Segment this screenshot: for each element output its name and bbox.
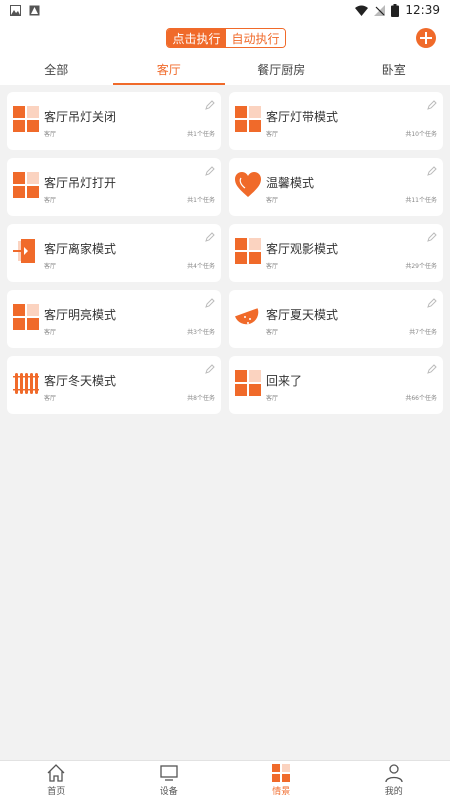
user-icon (385, 764, 403, 782)
scene-task-count: 共1个任务 (187, 197, 215, 204)
scene-title: 客厅吊灯关闭 (44, 110, 117, 124)
scene-card[interactable]: 客厅夏天模式 客厅 共7个任务 (229, 290, 443, 348)
watermelon-icon (235, 308, 259, 325)
tab-click-execute[interactable]: 点击执行 (167, 29, 226, 47)
add-scene-button[interactable] (416, 28, 436, 48)
scene-room: 客厅 (44, 329, 57, 336)
scene-task-count: 共10个任务 (405, 131, 437, 138)
nav-devices-label: 设备 (159, 787, 178, 797)
nav-profile[interactable]: 我的 (338, 761, 450, 800)
scene-card[interactable]: 客厅吊灯关闭 客厅 共1个任务 (7, 92, 221, 150)
scene-title: 客厅明亮模式 (44, 308, 117, 322)
edit-icon[interactable] (427, 166, 437, 176)
tab-all[interactable]: 全部 (0, 53, 113, 85)
scene-card[interactable]: 客厅观影模式 客厅 共29个任务 (229, 224, 443, 282)
tab-bedroom[interactable]: 卧室 (338, 53, 450, 85)
nav-home-label: 首页 (47, 787, 66, 797)
scene-card[interactable]: 客厅离家模式 客厅 共4个任务 (7, 224, 221, 282)
scene-card[interactable]: 客厅明亮模式 客厅 共3个任务 (7, 290, 221, 348)
room-tabs: 全部 客厅 餐厅厨房 卧室 (0, 53, 450, 85)
edit-icon[interactable] (205, 364, 215, 374)
radiator-icon (13, 373, 39, 394)
scene-task-count: 共8个任务 (187, 395, 215, 402)
status-time: 12:39 (405, 3, 440, 17)
scene-task-count: 共3个任务 (187, 329, 215, 336)
scene-card[interactable]: 客厅冬天模式 客厅 共8个任务 (7, 356, 221, 414)
edit-icon[interactable] (205, 298, 215, 308)
nav-profile-label: 我的 (384, 787, 403, 797)
scene-task-count: 共4个任务 (187, 263, 215, 270)
scene-grid-icon (272, 764, 291, 782)
scene-room: 客厅 (44, 263, 57, 270)
scene-room: 客厅 (44, 395, 57, 402)
bottom-nav: 首页 设备 情景 我的 (0, 760, 450, 800)
scene-title: 客厅冬天模式 (44, 374, 117, 388)
scene-title: 温馨模式 (266, 176, 315, 190)
grid-icon (235, 106, 261, 132)
scene-card[interactable]: 温馨模式 客厅 共11个任务 (229, 158, 443, 216)
home-icon (47, 764, 65, 782)
battery-icon (391, 3, 400, 17)
grid-icon (13, 304, 39, 330)
scene-title: 客厅吊灯打开 (44, 176, 117, 190)
edit-icon[interactable] (427, 364, 437, 374)
scene-room: 客厅 (266, 329, 279, 336)
status-bar: 12:39 (0, 0, 450, 20)
edit-icon[interactable] (427, 298, 437, 308)
nav-home[interactable]: 首页 (0, 761, 113, 800)
plus-icon (420, 32, 432, 44)
grid-icon (235, 238, 261, 264)
scene-title: 客厅夏天模式 (266, 308, 339, 322)
scene-room: 客厅 (266, 197, 279, 204)
scene-task-count: 共29个任务 (405, 263, 437, 270)
heart-icon (235, 172, 261, 197)
scene-title: 客厅灯带模式 (266, 110, 339, 124)
grid-icon (13, 106, 39, 132)
header: 点击执行 自动执行 (0, 20, 450, 53)
scene-title: 回来了 (266, 374, 303, 388)
nav-scenes-label: 情景 (272, 787, 291, 797)
grid-icon (235, 370, 261, 396)
no-signal-icon (374, 4, 386, 16)
execution-mode-toggle: 点击执行 自动执行 (166, 28, 286, 48)
gallery-notification-icon (10, 4, 21, 16)
nav-scenes[interactable]: 情景 (225, 761, 338, 800)
scene-card[interactable]: 客厅灯带模式 客厅 共10个任务 (229, 92, 443, 150)
scene-card[interactable]: 回来了 客厅 共66个任务 (229, 356, 443, 414)
scene-room: 客厅 (266, 131, 279, 138)
app-notification-icon (29, 5, 40, 15)
scene-card[interactable]: 客厅吊灯打开 客厅 共1个任务 (7, 158, 221, 216)
scene-task-count: 共7个任务 (409, 329, 437, 336)
edit-icon[interactable] (205, 232, 215, 242)
scene-room: 客厅 (266, 263, 279, 270)
scene-task-count: 共66个任务 (405, 395, 437, 402)
scene-room: 客厅 (44, 131, 57, 138)
scene-title: 客厅离家模式 (44, 242, 117, 256)
grid-icon (13, 172, 39, 198)
scene-task-count: 共1个任务 (187, 131, 215, 138)
edit-icon[interactable] (205, 166, 215, 176)
scene-task-count: 共11个任务 (405, 197, 437, 204)
wifi-icon (355, 5, 369, 16)
tab-auto-execute[interactable]: 自动执行 (226, 29, 285, 47)
scene-title: 客厅观影模式 (266, 242, 339, 256)
edit-icon[interactable] (427, 100, 437, 110)
tv-icon (160, 765, 178, 781)
tab-living-room[interactable]: 客厅 (112, 53, 226, 85)
nav-devices[interactable]: 设备 (113, 761, 226, 800)
edit-icon[interactable] (205, 100, 215, 110)
edit-icon[interactable] (427, 232, 437, 242)
scene-room: 客厅 (266, 395, 279, 402)
tab-dining-kitchen[interactable]: 餐厅厨房 (225, 53, 338, 85)
door-exit-icon (13, 239, 35, 263)
scene-room: 客厅 (44, 197, 57, 204)
